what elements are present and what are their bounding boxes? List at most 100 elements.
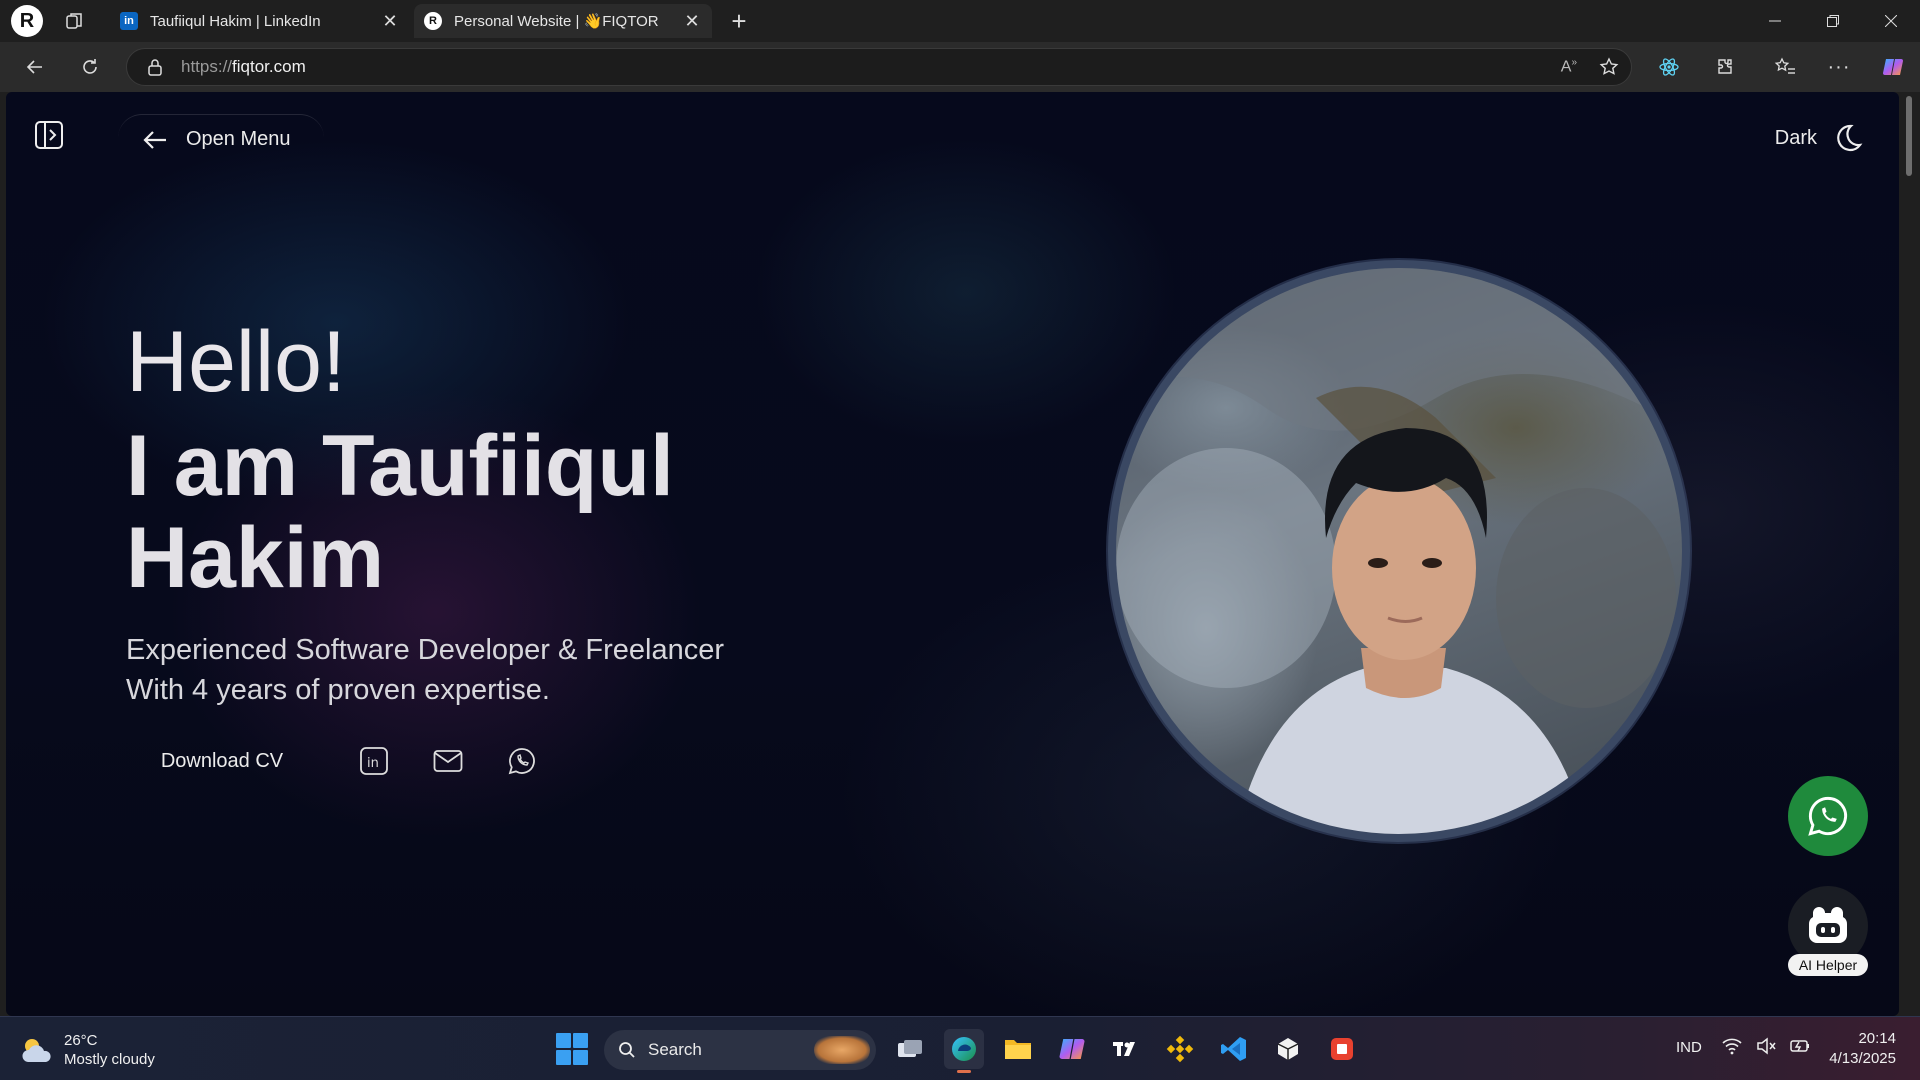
- open-menu-button[interactable]: Open Menu: [118, 114, 324, 164]
- download-cv-button[interactable]: Download CV: [126, 736, 318, 786]
- language-indicator[interactable]: IND: [1676, 1039, 1702, 1056]
- start-button[interactable]: [556, 1033, 588, 1065]
- close-icon: [1885, 15, 1897, 27]
- task-view-button[interactable]: [890, 1029, 930, 1069]
- theme-toggle[interactable]: Dark: [1775, 118, 1863, 158]
- windows-logo-tile: [573, 1050, 588, 1065]
- svg-text:in: in: [367, 756, 379, 771]
- active-indicator: [957, 1070, 971, 1073]
- tab-title: Personal Website | 👋FIQTOR: [454, 13, 659, 30]
- red-app[interactable]: [1322, 1029, 1362, 1069]
- hero-name: I am Taufiiqul Hakim: [126, 418, 674, 606]
- windows-logo-icon: [556, 1033, 571, 1048]
- cloudy-weather-icon: [22, 1039, 51, 1062]
- close-window-button[interactable]: [1862, 0, 1920, 42]
- workspaces-button[interactable]: [59, 5, 91, 37]
- favorite-star-icon[interactable]: [1599, 57, 1619, 77]
- back-arrow-icon: [26, 60, 42, 74]
- system-clock[interactable]: 20:14 4/13/2025: [1824, 1029, 1896, 1069]
- tab-title: Taufiiqul Hakim | LinkedIn: [150, 12, 321, 30]
- address-bar[interactable]: https://fiqtor.com A»: [126, 48, 1632, 86]
- favorites-list-icon: [1774, 57, 1795, 74]
- more-options-button[interactable]: ···: [1822, 50, 1856, 84]
- cube-app-icon: [1277, 1038, 1299, 1060]
- binance-app[interactable]: [1160, 1029, 1200, 1069]
- system-tray[interactable]: [1722, 1037, 1812, 1055]
- weather-widget[interactable]: 26°C Mostly cloudy: [20, 1031, 155, 1069]
- minimize-button[interactable]: [1746, 0, 1804, 42]
- ai-helper-label: AI Helper: [1788, 954, 1868, 976]
- edge-taskbar-app[interactable]: [944, 1029, 984, 1073]
- wifi-icon: [1722, 1038, 1742, 1055]
- copilot-button[interactable]: [1876, 50, 1910, 84]
- new-tab-button[interactable]: +: [724, 6, 754, 36]
- linkedin-link[interactable]: in: [354, 741, 394, 781]
- page-scrollbar[interactable]: [1899, 92, 1920, 1016]
- refresh-button[interactable]: [73, 50, 107, 84]
- profile-photo-image: [1116, 268, 1682, 834]
- windows-logo-tile: [573, 1033, 588, 1048]
- whatsapp-icon: [1808, 796, 1848, 836]
- linkedin-icon: in: [360, 747, 388, 775]
- search-label: Search: [648, 1040, 702, 1059]
- hero-greeting: Hello!: [126, 314, 346, 410]
- browser-profile-button[interactable]: R: [11, 5, 43, 37]
- sidebar-toggle-button[interactable]: [32, 118, 66, 152]
- speaker-muted-icon: [1757, 1037, 1776, 1055]
- tab-personal-website[interactable]: R Personal Website | 👋FIQTOR ✕: [414, 4, 712, 38]
- back-button[interactable]: [18, 50, 52, 84]
- tradingview-app[interactable]: [1106, 1029, 1146, 1069]
- mail-icon: [433, 750, 463, 772]
- favorites-button[interactable]: [1768, 50, 1802, 84]
- sidebar-panel-icon: [35, 121, 63, 149]
- ellipsis-icon: ···: [1827, 55, 1851, 78]
- profile-photo: [1108, 260, 1690, 842]
- whatsapp-link[interactable]: [502, 741, 542, 781]
- edge-browser-icon: [952, 1037, 976, 1061]
- vscode-icon: [1221, 1037, 1246, 1061]
- whatsapp-floating-button[interactable]: [1788, 776, 1868, 856]
- window-controls: [1746, 0, 1920, 42]
- task-view-icon: [898, 1040, 922, 1057]
- react-devtools-extension-button[interactable]: [1652, 50, 1686, 84]
- hero-subtitle: Experienced Software Developer & Freelan…: [126, 630, 826, 710]
- profile-initial: R: [19, 9, 35, 32]
- weather-temperature: 26°C: [64, 1032, 98, 1049]
- copilot-app[interactable]: [1052, 1029, 1092, 1069]
- clock-date: 4/13/2025: [1829, 1050, 1896, 1067]
- subtitle-line-1: Experienced Software Developer & Freelan…: [126, 634, 725, 666]
- folder-icon: [1005, 1040, 1031, 1059]
- battery-charging-icon: [1790, 1040, 1809, 1052]
- robot-icon: [1808, 907, 1848, 943]
- hero-actions: Download CV in: [126, 736, 826, 786]
- linkedin-favicon-icon: in: [120, 12, 138, 30]
- tab-close-icon[interactable]: ✕: [682, 11, 702, 32]
- restore-button[interactable]: [1804, 0, 1862, 42]
- website-viewport: Open Menu Dark Hello! I am Taufiiqul Hak…: [6, 92, 1899, 1016]
- search-icon: [618, 1041, 636, 1059]
- extensions-button[interactable]: [1708, 50, 1742, 84]
- tab-close-icon[interactable]: ✕: [380, 11, 400, 32]
- minimize-icon: [1769, 20, 1781, 22]
- restore-icon: [1827, 15, 1839, 27]
- email-link[interactable]: [428, 741, 468, 781]
- windows-taskbar: 26°C Mostly cloudy Search IND 20:14 4/13…: [0, 1016, 1920, 1080]
- read-aloud-icon[interactable]: A»: [1561, 57, 1577, 77]
- url-host: fiqtor.com: [232, 57, 306, 76]
- binance-icon: [1166, 1035, 1194, 1063]
- whatsapp-icon: [508, 748, 535, 775]
- plus-icon: +: [731, 5, 747, 36]
- file-explorer-app[interactable]: [998, 1029, 1038, 1069]
- browser-tab-strip: R in Taufiiqul Hakim | LinkedIn ✕ R Pers…: [0, 0, 1920, 42]
- scrollbar-thumb[interactable]: [1906, 96, 1912, 176]
- taskbar-search[interactable]: Search: [604, 1030, 876, 1070]
- url-protocol: https://: [181, 57, 233, 76]
- cursor-app[interactable]: [1268, 1029, 1308, 1069]
- moon-icon: [1837, 124, 1863, 152]
- vscode-app[interactable]: [1214, 1029, 1254, 1069]
- windows-logo-tile: [556, 1050, 571, 1065]
- site-favicon-icon: R: [424, 12, 442, 30]
- tab-linkedin[interactable]: in Taufiiqul Hakim | LinkedIn ✕: [110, 4, 410, 38]
- refresh-icon: [83, 59, 97, 74]
- red-square-app-icon: [1331, 1038, 1353, 1060]
